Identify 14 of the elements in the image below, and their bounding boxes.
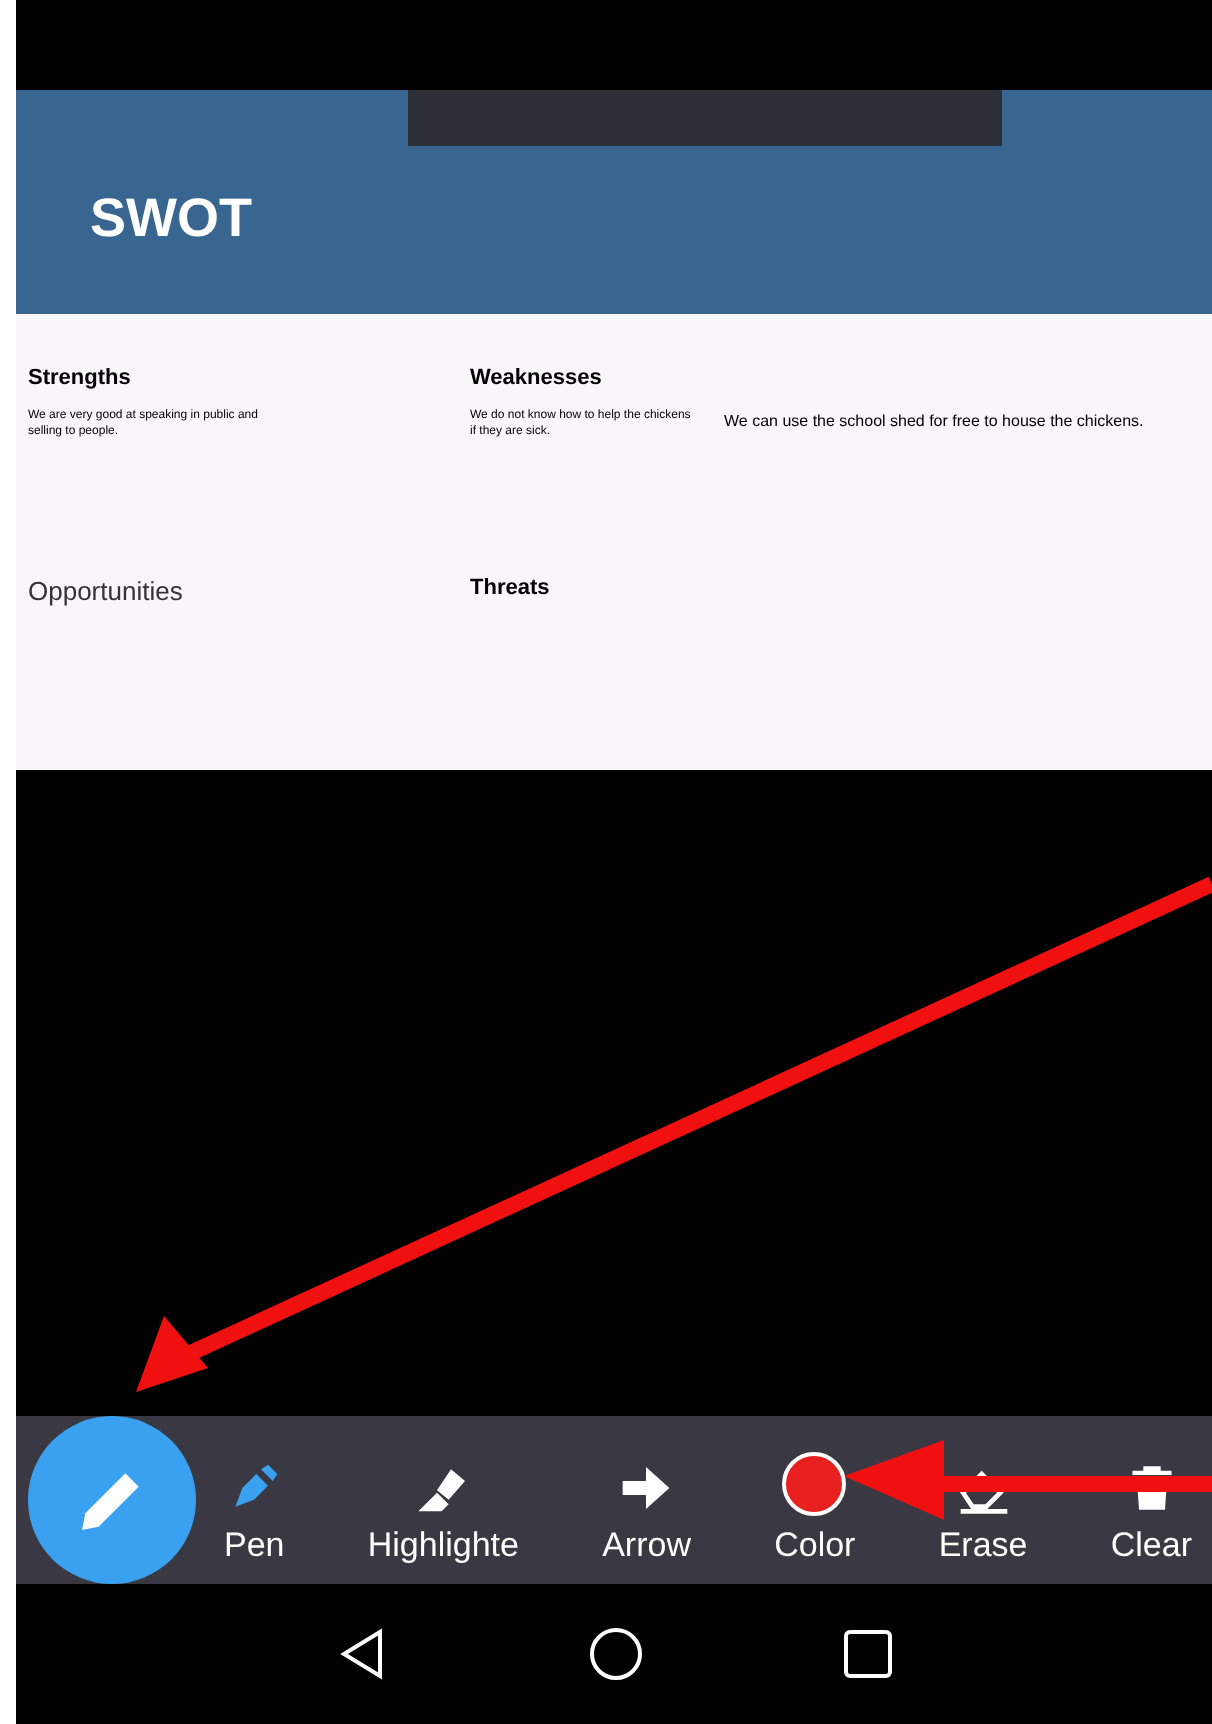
cell-text: We can use the school shed for free to house the chickens. <box>724 410 1146 434</box>
recents-icon[interactable] <box>844 1630 892 1678</box>
tool-button[interactable]: Clear <box>1110 1430 1192 1570</box>
back-icon[interactable] <box>336 1626 388 1682</box>
cell-heading: Weaknesses <box>470 364 604 394</box>
tool-button[interactable]: Color <box>774 1430 856 1570</box>
tool-button[interactable]: Pen <box>224 1430 285 1570</box>
cell-heading: Threats <box>470 574 552 604</box>
slide-title: SWOT <box>90 185 252 252</box>
home-icon[interactable] <box>588 1626 644 1682</box>
tool-button[interactable]: Arrow <box>602 1430 691 1570</box>
cell-heading: Strengths <box>28 364 133 394</box>
cell-heading: Opportunities <box>28 574 185 610</box>
tool-button[interactable]: Highlighte <box>367 1430 519 1570</box>
